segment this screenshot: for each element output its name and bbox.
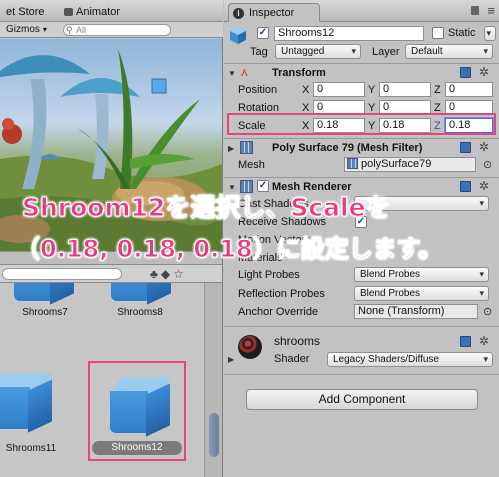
project-filter-icons[interactable]: ♣◆☆ <box>150 267 187 281</box>
divider <box>224 374 499 375</box>
layer-label: Layer <box>372 46 400 58</box>
object-name-field[interactable]: Shrooms12 <box>274 26 424 41</box>
tag-layer-row: Tag Untagged Layer Default <box>224 43 499 61</box>
type-filter-icon[interactable]: ♣ <box>150 267 161 281</box>
mesh-filter-header[interactable]: ▶ Poly Surface 79 (Mesh Filter) ✲ <box>224 138 499 156</box>
mesh-label: Mesh <box>238 159 265 171</box>
cube-icon <box>0 373 53 433</box>
info-icon: i <box>233 8 244 19</box>
static-checkbox[interactable] <box>432 27 444 39</box>
asset-label: Shrooms8 <box>117 307 163 318</box>
transform-header[interactable]: ▼ ⋏ Transform ✲ <box>224 63 499 81</box>
transform-icon: ⋏ <box>240 65 249 79</box>
layer-dropdown[interactable]: Default <box>405 44 493 59</box>
gear-icon[interactable]: ✲ <box>479 179 489 193</box>
scene-tab-row: et Store Animator <box>0 0 223 22</box>
axis-x-label: X <box>302 84 310 96</box>
mesh-filter-icon <box>240 141 253 154</box>
position-row: Position X 0 Y 0 Z 0 <box>224 81 499 99</box>
asset-item[interactable]: Shrooms8 <box>95 283 185 319</box>
divider <box>224 326 499 327</box>
favorite-star-icon[interactable]: ☆ <box>173 267 187 281</box>
object-header-row: ✓ Shrooms12 Static <box>224 24 499 44</box>
inspector-tab-label: Inspector <box>249 7 295 19</box>
position-y-field[interactable]: 0 <box>379 82 431 97</box>
project-vertical-scrollbar[interactable] <box>204 283 222 477</box>
asset-item[interactable]: Shrooms11 <box>0 373 90 454</box>
tab-animator[interactable]: Animator <box>62 3 162 22</box>
cube-icon <box>14 283 74 305</box>
help-book-icon[interactable] <box>460 67 471 78</box>
position-z-field[interactable]: 0 <box>445 82 493 97</box>
search-icon: ⚲ <box>66 25 73 35</box>
reflection-probes-dropdown[interactable]: Blend Probes <box>354 286 489 301</box>
scale-highlight-box <box>227 113 496 135</box>
project-search-input[interactable] <box>2 268 122 280</box>
asset-label: Shrooms11 <box>5 443 57 454</box>
project-toolbar: ♣◆☆ <box>0 265 222 283</box>
lock-icon[interactable] <box>471 6 479 15</box>
label-filter-icon[interactable]: ◆ <box>161 267 173 281</box>
scrollbar-thumb[interactable] <box>209 413 219 457</box>
active-checkbox[interactable]: ✓ <box>257 27 269 39</box>
scene-search-placeholder: All <box>76 25 87 35</box>
tab-asset-store[interactable]: et Store <box>0 3 56 22</box>
anchor-override-field[interactable]: None (Transform) <box>354 304 478 319</box>
add-component-button[interactable]: Add Component <box>246 389 478 410</box>
light-probes-row: Light Probes Blend Probes <box>224 266 499 284</box>
reflection-probes-label: Reflection Probes <box>238 288 325 300</box>
instruction-line-2: （0.18, 0.18, 0.18）に設定します。 <box>15 235 443 264</box>
cube-icon <box>111 283 171 305</box>
position-label: Position <box>238 84 278 96</box>
shader-label: Shader <box>274 353 310 365</box>
material-name: shrooms <box>274 334 321 348</box>
anchor-override-row: Anchor Override None (Transform) ⊙ <box>224 303 499 321</box>
mesh-object-field[interactable]: polySurface79 <box>344 157 476 172</box>
mesh-filter-title: Poly Surface 79 (Mesh Filter) <box>272 142 423 154</box>
axis-z-label: Z <box>434 84 441 96</box>
help-book-icon[interactable] <box>460 142 471 153</box>
asset-item[interactable]: Shrooms7 <box>0 283 90 319</box>
static-label: Static <box>448 27 476 39</box>
object-picker-icon[interactable]: ⊙ <box>483 305 492 318</box>
fold-arrow-icon[interactable]: ▶ <box>228 144 234 153</box>
mesh-value: polySurface79 <box>361 158 432 170</box>
object-picker-icon[interactable]: ⊙ <box>483 158 492 171</box>
gear-icon[interactable]: ✲ <box>479 140 489 154</box>
fold-arrow-icon[interactable]: ▼ <box>228 69 236 78</box>
gear-icon[interactable]: ✲ <box>479 334 489 348</box>
reflection-probes-row: Reflection Probes Blend Probes <box>224 285 499 303</box>
cube-icon <box>230 27 246 44</box>
fold-arrow-icon[interactable]: ▶ <box>228 355 234 364</box>
mesh-row: Mesh polySurface79 ⊙ <box>224 156 499 174</box>
anchor-override-label: Anchor Override <box>238 306 319 318</box>
help-book-icon[interactable] <box>460 181 471 192</box>
tag-label: Tag <box>250 46 268 58</box>
position-x-field[interactable]: 0 <box>313 82 365 97</box>
help-book-icon[interactable] <box>460 336 471 347</box>
light-probes-dropdown[interactable]: Blend Probes <box>354 267 489 282</box>
tab-inspector[interactable]: i Inspector <box>228 3 320 22</box>
scene-toolbar: Gizmos ⚲ All <box>0 22 223 38</box>
gear-icon[interactable]: ✲ <box>479 65 489 79</box>
inspector-tab-row: i Inspector ≡ <box>224 0 499 22</box>
instruction-line-1: Shroom12を選択し、Scaleを <box>22 193 392 223</box>
tag-dropdown[interactable]: Untagged <box>275 44 361 59</box>
transform-title: Transform <box>272 67 326 79</box>
gizmos-dropdown[interactable]: Gizmos <box>6 23 47 37</box>
static-dropdown[interactable] <box>484 26 496 41</box>
scene-search-input[interactable]: ⚲ All <box>63 24 171 36</box>
axis-y-label: Y <box>368 84 376 96</box>
mesh-icon <box>347 158 358 169</box>
selection-highlight-box <box>88 361 186 461</box>
material-preview-ball <box>238 335 262 359</box>
shader-dropdown[interactable]: Legacy Shaders/Diffuse <box>327 352 493 367</box>
light-probes-label: Light Probes <box>238 269 300 281</box>
menu-icon[interactable]: ≡ <box>487 3 495 18</box>
asset-label: Shrooms7 <box>22 307 68 318</box>
